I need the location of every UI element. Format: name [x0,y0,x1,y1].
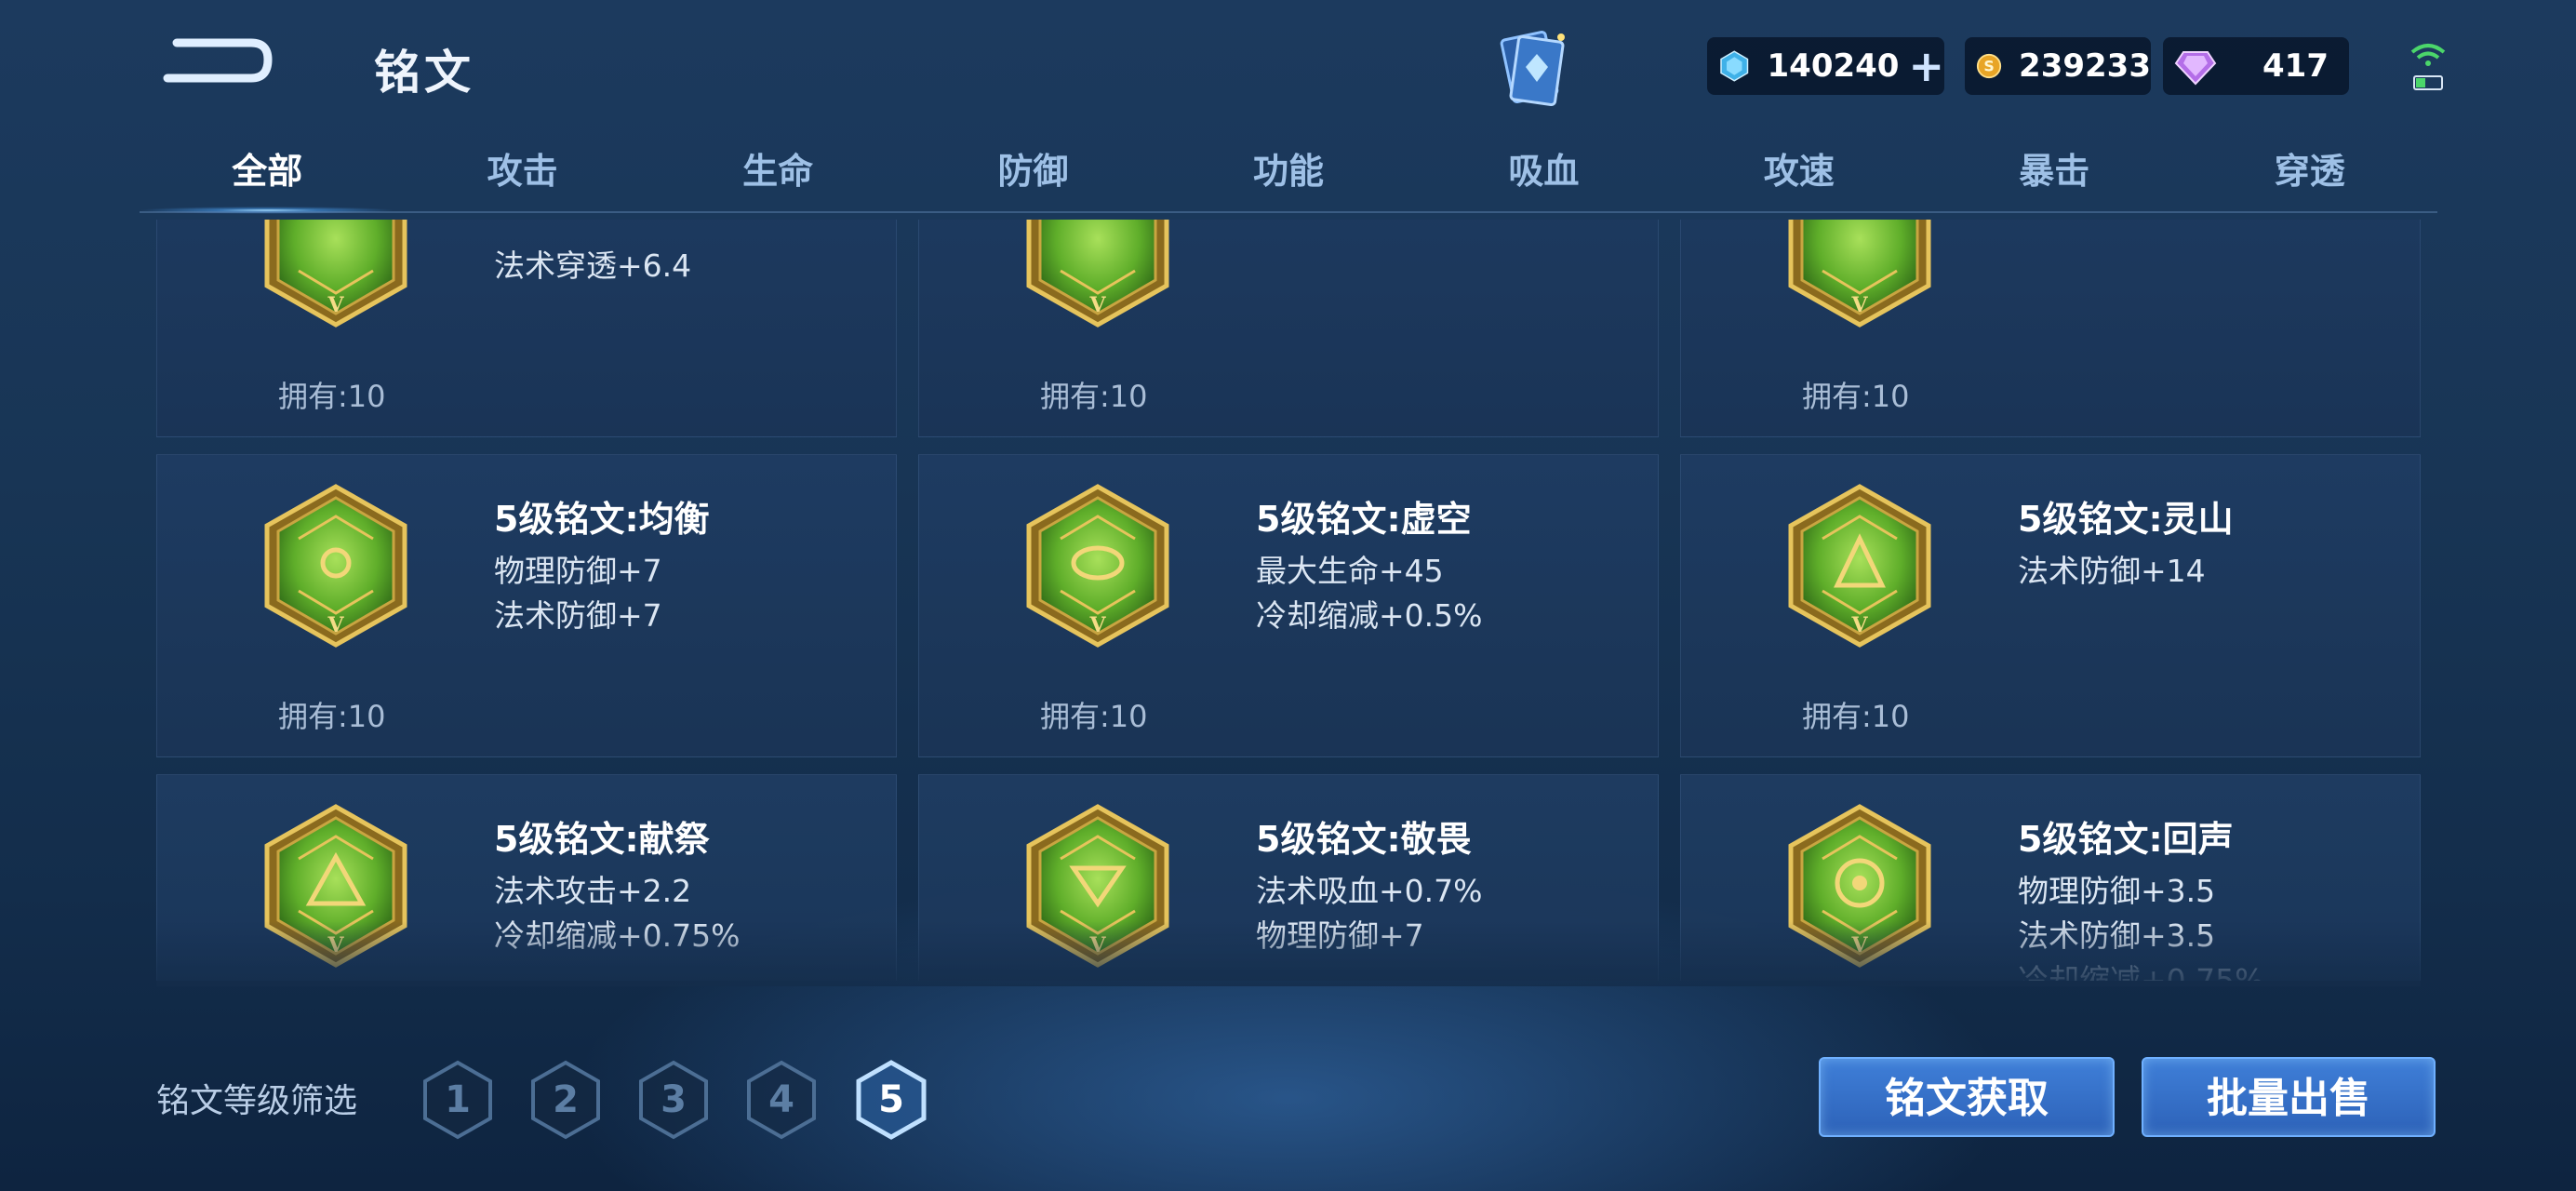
tab-attack[interactable]: 攻击 [394,140,649,214]
inscription-stat: 物理防御+7 [494,553,662,589]
inscription-card-sacrifice[interactable]: 5级铭文:献祭 法术攻击+2.2 冷却缩减+0.75% [156,774,897,981]
inscription-stat: 最大生命+45 [1256,553,1444,589]
inscription-stat: 物理防御+3.5 [2018,873,2216,909]
inscription-card-awe[interactable]: 5级铭文:敬畏 法术吸血+0.7% 物理防御+7 [918,774,1659,981]
inscription-card-void[interactable]: 5级铭文:虚空 最大生命+45 冷却缩减+0.5% 拥有:10 [918,454,1659,757]
owned-count: 拥有:10 [1040,699,1148,734]
inscription-stat: 冷却缩减+0.75% [2018,962,2264,981]
level-number: 3 [661,1078,687,1121]
level-filter-3[interactable]: 3 [638,1060,709,1140]
obtain-inscription-button[interactable]: 铭文获取 [1819,1057,2115,1137]
inscription-emblem-icon [261,483,410,649]
tab-utility[interactable]: 功能 [1161,140,1416,214]
gem-currency: 417 [2163,37,2349,95]
back-arrow-icon[interactable] [158,30,279,95]
page-title: 铭文 [374,46,474,100]
inscription-stat: 法术攻击+2.2 [494,873,692,909]
category-tabs: 全部 攻击 生命 防御 功能 吸血 攻速 暴击 穿透 [140,140,2437,214]
inscription-name: 5级铭文:敬畏 [1256,819,1472,860]
tab-all[interactable]: 全部 [140,140,395,214]
inscription-stat: 冷却缩减+0.5% [1256,597,1483,634]
inscription-card-spirit-mountain[interactable]: 5级铭文:灵山 法术防御+14 拥有:10 [1680,454,2421,757]
inscription-name: 5级铭文:均衡 [494,499,710,540]
wifi-battery-icon [2410,44,2446,90]
diamond-crystal-icon [1720,50,1749,82]
inscription-card-balance[interactable]: 5级铭文:均衡 物理防御+7 法术防御+7 拥有:10 [156,454,897,757]
inscription-name: 5级铭文:回声 [2018,819,2234,860]
top-bar: 铭文 140240 + S 239233 417 [0,0,2576,140]
tab-penetration[interactable]: 穿透 [2182,140,2437,214]
level-number: 1 [445,1078,471,1121]
inscription-card[interactable]: 拥有:10 [1680,220,2421,437]
gold-coin-icon: S [1976,53,2002,79]
level-filter-2[interactable]: 2 [530,1060,601,1140]
inscription-name: 5级铭文:虚空 [1256,499,1472,540]
inscription-emblem-icon [1785,803,1934,969]
inscription-stat: 法术防御+7 [494,597,662,634]
tab-health[interactable]: 生命 [650,140,905,214]
inscription-emblem-icon [1785,220,1934,328]
owned-count: 拥有:10 [278,699,386,734]
inscription-emblem-icon [261,220,410,328]
owned-count: 拥有:10 [1802,699,1910,734]
level-filter-1[interactable]: 1 [422,1060,493,1140]
gem-value: 417 [2262,47,2329,85]
tab-critical[interactable]: 暴击 [1927,140,2182,214]
inscription-card[interactable]: 法术穿透+6.4 拥有:10 [156,220,897,437]
level-number: 4 [768,1078,794,1121]
inscription-stat: 法术防御+14 [2018,553,2206,589]
tab-defense[interactable]: 防御 [905,140,1160,214]
inscription-name: 5级铭文:献祭 [494,819,710,860]
inscription-stat: 法术吸血+0.7% [1256,873,1483,909]
gold-currency: S 239233 [1965,37,2151,95]
inscription-emblem-icon [1023,803,1172,969]
tab-attack-speed[interactable]: 攻速 [1672,140,1927,214]
inscription-stat: 物理防御+7 [1256,917,1424,954]
level-number: 2 [553,1078,579,1121]
bulk-sell-button[interactable]: 批量出售 [2142,1057,2436,1137]
inscription-name: 5级铭文:灵山 [2018,499,2234,540]
owned-count: 拥有:10 [1802,379,1910,414]
level-filter-4[interactable]: 4 [746,1060,817,1140]
inscription-card-icon[interactable] [1488,26,1572,114]
inscription-card[interactable]: 拥有:10 [918,220,1659,437]
inscription-stat: 冷却缩减+0.75% [494,917,741,954]
inscription-emblem-icon [1785,483,1934,649]
tab-lifesteal[interactable]: 吸血 [1416,140,1671,214]
inscription-emblem-icon [261,803,410,969]
owned-count: 拥有:10 [278,379,386,414]
level-number: 5 [878,1078,904,1121]
diamond-currency: 140240 + [1707,37,1944,95]
inscription-stat: 法术穿透+6.4 [494,248,692,284]
level-filter-label: 铭文等级筛选 [156,1082,358,1120]
inscription-card-echo[interactable]: 5级铭文:回声 物理防御+3.5 法术防御+3.5 冷却缩减+0.75% [1680,774,2421,981]
inscription-grid: 法术穿透+6.4 拥有:10 拥有:10 拥有:10 5级铭文:均衡 物理防御+… [156,220,2421,981]
svg-text:S: S [1983,57,1994,74]
gold-value: 239233 [2019,47,2151,85]
purple-gem-icon [2174,51,2217,86]
inscription-stat: 法术防御+3.5 [2018,917,2216,954]
tab-divider [140,211,2437,213]
level-filter-5[interactable]: 5 [856,1060,927,1140]
add-diamond-button[interactable]: + [1908,45,1944,87]
owned-count: 拥有:10 [1040,379,1148,414]
inscription-emblem-icon [1023,220,1172,328]
inscription-emblem-icon [1023,483,1172,649]
diamond-value: 140240 [1767,47,1900,85]
